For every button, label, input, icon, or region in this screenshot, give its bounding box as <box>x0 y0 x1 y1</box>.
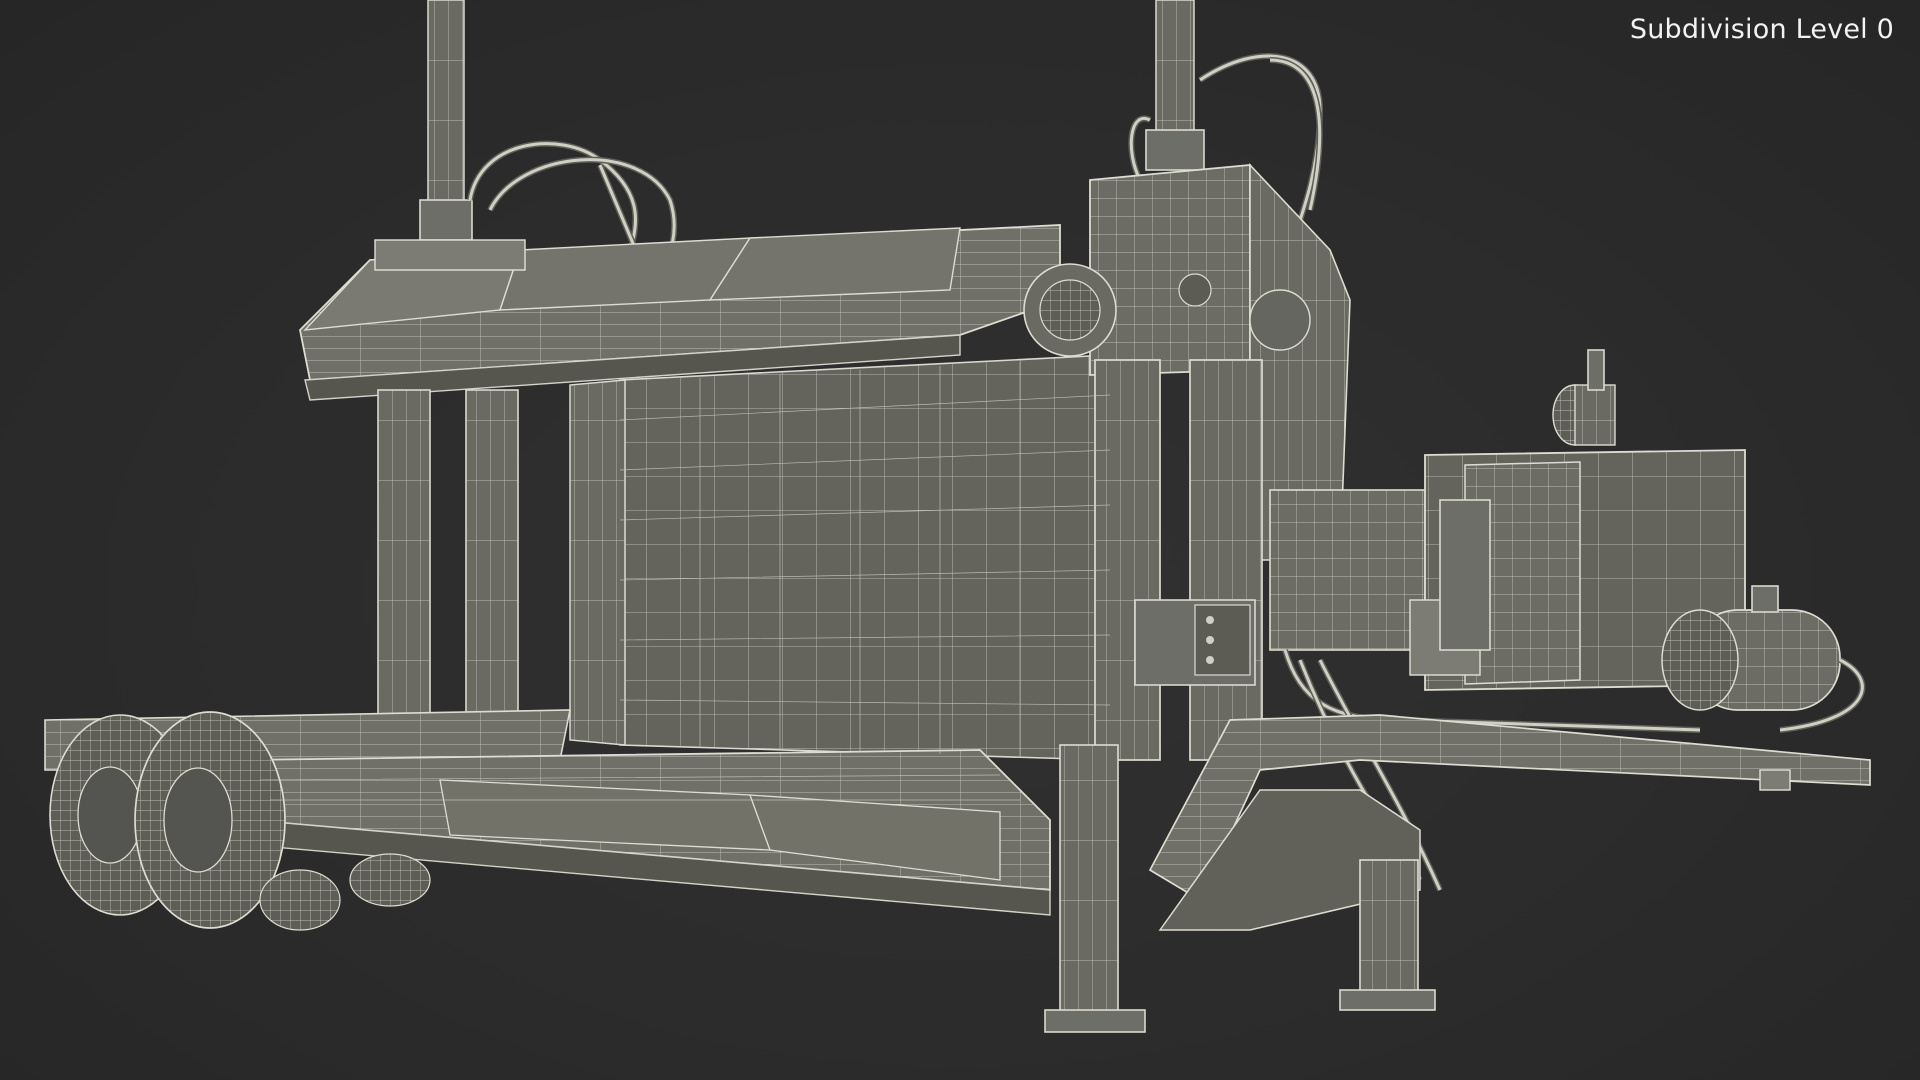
subdivision-level-label: Subdivision Level 0 <box>1629 14 1894 45</box>
motor-cylinder-top <box>1552 349 1616 446</box>
control-box <box>1134 599 1256 686</box>
support-columns-left <box>367 389 529 754</box>
hydraulic-ram-right <box>1145 0 1205 171</box>
wireframe-model-render <box>44 0 1871 1033</box>
3d-viewport[interactable]: Subdivision Level 0 <box>0 0 1920 1080</box>
press-chamber-back-wall <box>569 354 1111 761</box>
gooseneck-frame <box>1148 714 1871 931</box>
hydraulic-ram-left <box>419 0 473 241</box>
